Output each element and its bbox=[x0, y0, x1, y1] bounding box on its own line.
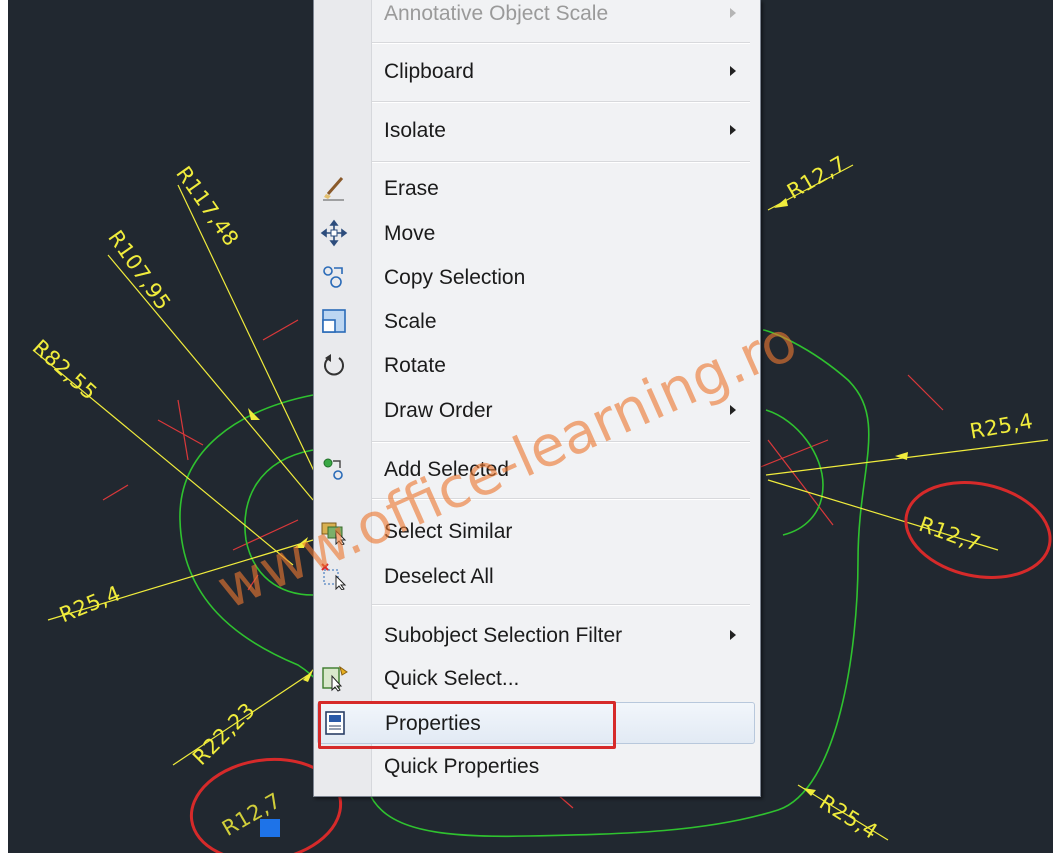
copy-selection-icon bbox=[323, 266, 343, 288]
menu-item-draw-order[interactable]: Draw Order bbox=[314, 390, 758, 430]
deselect-all-icon bbox=[321, 563, 347, 590]
annotation-highlight-box bbox=[318, 701, 616, 749]
menu-item-label: Add Selected bbox=[384, 458, 509, 481]
eraser-icon bbox=[323, 177, 344, 201]
centerline-mark bbox=[247, 574, 259, 591]
leader-r117-48 bbox=[177, 184, 324, 491]
left-arc bbox=[244, 449, 314, 596]
add-selected-icon bbox=[323, 458, 343, 480]
centerline-mark bbox=[907, 374, 944, 411]
menu-item-label: Rotate bbox=[384, 354, 446, 377]
scale-icon bbox=[322, 309, 346, 333]
menu-item-label: Quick Select... bbox=[384, 667, 520, 690]
centerline-mark bbox=[262, 319, 299, 341]
menu-item-label: Erase bbox=[384, 177, 439, 200]
arrowhead bbox=[294, 537, 308, 548]
menu-item-move[interactable]: Move bbox=[314, 213, 758, 253]
menu-separator bbox=[372, 161, 750, 163]
menu-item-label: Select Similar bbox=[384, 520, 513, 543]
menu-item-add-selected[interactable]: Add Selected bbox=[314, 449, 758, 489]
submenu-arrow-icon bbox=[730, 125, 736, 135]
menu-item-deselect-all[interactable]: Deselect All bbox=[314, 556, 758, 596]
menu-item-subobject-selection-filter[interactable]: Subobject Selection Filter bbox=[314, 615, 758, 655]
menu-item-label: Move bbox=[384, 222, 436, 245]
menu-item-quick-properties[interactable]: Quick Properties bbox=[314, 746, 758, 786]
menu-item-copy-selection[interactable]: Copy Selection bbox=[314, 257, 758, 297]
menu-item-scale[interactable]: Scale bbox=[314, 301, 758, 341]
select-similar-icon bbox=[321, 522, 347, 545]
submenu-arrow-icon bbox=[730, 630, 736, 640]
centerline-mark bbox=[157, 419, 204, 446]
menu-item-isolate[interactable]: Isolate bbox=[314, 110, 758, 150]
menu-item-erase[interactable]: Erase bbox=[314, 168, 758, 208]
selection-grip[interactable] bbox=[260, 819, 280, 837]
menu-item-label: Draw Order bbox=[384, 399, 493, 422]
context-menu[interactable]: Annotative Object Scale Clipboard Isolat… bbox=[313, 0, 761, 797]
menu-item-label: Copy Selection bbox=[384, 266, 526, 289]
centerline-mark bbox=[232, 519, 299, 551]
menu-item-quick-select[interactable]: Quick Select... bbox=[314, 658, 758, 698]
submenu-arrow-icon bbox=[730, 66, 736, 76]
arrowhead bbox=[774, 198, 788, 208]
menu-item-annotative-object-scale[interactable]: Annotative Object Scale bbox=[314, 0, 758, 33]
menu-separator bbox=[372, 101, 750, 103]
menu-item-label: Subobject Selection Filter bbox=[384, 624, 623, 647]
menu-item-label: Isolate bbox=[384, 119, 446, 142]
menu-separator bbox=[372, 498, 750, 500]
menu-item-label: Scale bbox=[384, 310, 437, 333]
menu-item-label: Clipboard bbox=[384, 60, 474, 83]
menu-item-rotate[interactable]: Rotate bbox=[314, 345, 758, 385]
move-icon bbox=[320, 219, 348, 247]
menu-item-select-similar[interactable]: Select Similar bbox=[314, 511, 758, 551]
submenu-arrow-icon bbox=[730, 405, 736, 415]
centerline-mark bbox=[752, 439, 829, 471]
menu-item-label: Quick Properties bbox=[384, 755, 540, 778]
menu-separator bbox=[372, 42, 750, 44]
right-arc bbox=[765, 409, 824, 536]
menu-item-label: Deselect All bbox=[384, 565, 494, 588]
centerline-mark bbox=[177, 399, 189, 461]
menu-separator bbox=[372, 441, 750, 443]
menu-item-clipboard[interactable]: Clipboard bbox=[314, 51, 758, 91]
submenu-arrow-icon bbox=[730, 8, 736, 18]
arrowhead bbox=[248, 408, 260, 420]
quick-select-icon bbox=[322, 665, 348, 692]
rotate-icon bbox=[324, 354, 344, 376]
menu-item-label: Annotative Object Scale bbox=[384, 2, 609, 25]
menu-separator bbox=[372, 604, 750, 606]
centerline-mark bbox=[102, 484, 129, 501]
